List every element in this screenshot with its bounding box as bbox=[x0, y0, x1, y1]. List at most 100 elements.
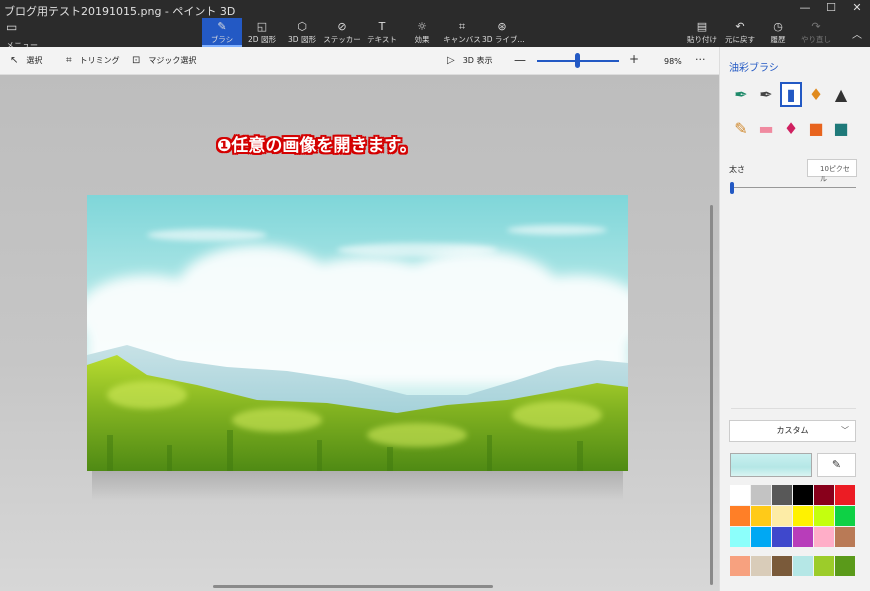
panel-title: 油彩ブラシ bbox=[729, 63, 779, 74]
custom-color-swatch[interactable] bbox=[814, 556, 834, 576]
tab-label: ステッカー bbox=[323, 35, 361, 44]
calligraphy-pen-icon: ✒ bbox=[759, 85, 773, 104]
color-swatch[interactable] bbox=[730, 485, 750, 505]
ribbon-actions: ▤ 貼り付け ↶ 元に戻す ◷ 履歴 ↷ やり直し bbox=[683, 18, 835, 45]
color-swatch[interactable] bbox=[751, 506, 771, 526]
tab-effects[interactable]: ☼ 効果 bbox=[402, 18, 442, 47]
chevron-down-icon: ﹀ bbox=[841, 426, 849, 435]
pencil-brush-button[interactable]: ✎ bbox=[730, 116, 752, 141]
crayon-icon: ♦ bbox=[783, 119, 799, 138]
maximize-button[interactable]: ☐ bbox=[818, 0, 844, 16]
minimize-button[interactable]: — bbox=[792, 0, 818, 16]
horizontal-scrollbar[interactable] bbox=[213, 585, 493, 588]
marker-brush-button[interactable]: ✒ bbox=[730, 82, 752, 107]
color-swatch[interactable] bbox=[814, 485, 834, 505]
color-mode-dropdown[interactable]: カスタム ﹀ bbox=[729, 420, 856, 442]
title-bar: ブログ用テスト20191015.png - ペイント 3D — ☐ ✕ ▭ メニ… bbox=[0, 0, 870, 50]
color-swatch[interactable] bbox=[751, 527, 771, 547]
eyedropper-button[interactable]: ✎ bbox=[817, 453, 856, 477]
tab-brush[interactable]: ✎ ブラシ bbox=[202, 18, 242, 47]
tab-label: 3D 図形 bbox=[288, 35, 316, 44]
canvas-image[interactable] bbox=[87, 195, 628, 471]
crop-label: トリミング bbox=[79, 56, 120, 65]
custom-color-swatch[interactable] bbox=[793, 556, 813, 576]
color-swatch[interactable] bbox=[835, 485, 855, 505]
oil-brush-icon: ▮ bbox=[786, 85, 796, 104]
view-3d-button[interactable]: ▷ 3D 表示 bbox=[447, 55, 493, 66]
view-3d-icon: ▷ bbox=[447, 55, 455, 66]
tab-3d-library[interactable]: ⊛ 3D ライブ... bbox=[482, 18, 525, 47]
canvas-shadow bbox=[92, 471, 623, 501]
zoom-out-icon[interactable]: — bbox=[514, 53, 526, 67]
paste-button[interactable]: ▤ 貼り付け bbox=[683, 18, 721, 45]
color-swatch[interactable] bbox=[814, 506, 834, 526]
eraser-icon: ▬ bbox=[758, 119, 774, 138]
color-swatch[interactable] bbox=[772, 485, 792, 505]
zoom-in-icon[interactable]: + bbox=[629, 52, 639, 66]
history-button[interactable]: ◷ 履歴 bbox=[759, 18, 797, 45]
2d-shapes-icon: ◱ bbox=[256, 20, 268, 33]
thickness-input[interactable]: 10ピクセル bbox=[807, 159, 857, 183]
paste-icon: ▤ bbox=[696, 20, 708, 33]
undo-button[interactable]: ↶ 元に戻す bbox=[721, 18, 759, 45]
zoom-slider-thumb[interactable] bbox=[575, 53, 580, 68]
tab-stickers[interactable]: ⊘ ステッカー bbox=[322, 18, 362, 47]
tab-3d-shapes[interactable]: ⬡ 3D 図形 bbox=[282, 18, 322, 47]
calligraphy-pen-brush-button[interactable]: ✒ bbox=[755, 82, 777, 107]
action-label: やり直し bbox=[801, 35, 831, 44]
thickness-label: 太さ bbox=[729, 165, 745, 174]
color-swatch[interactable] bbox=[835, 506, 855, 526]
brush-icon: ✎ bbox=[217, 20, 227, 33]
close-button[interactable]: ✕ bbox=[844, 0, 870, 16]
magic-select-icon: ⊡ bbox=[132, 55, 141, 66]
eyedropper-icon: ✎ bbox=[831, 458, 842, 471]
fill-brush-button[interactable]: ■ bbox=[830, 116, 852, 141]
color-swatch[interactable] bbox=[751, 485, 771, 505]
color-swatch[interactable] bbox=[772, 527, 792, 547]
annotation-text: ❶任意の画像を開きます。 bbox=[217, 136, 417, 156]
effects-icon: ☼ bbox=[417, 20, 427, 33]
marker-icon: ✒ bbox=[734, 85, 748, 104]
color-swatch[interactable] bbox=[835, 527, 855, 547]
thickness-slider[interactable] bbox=[731, 187, 856, 188]
color-swatch[interactable] bbox=[793, 527, 813, 547]
select-label: 選択 bbox=[26, 56, 43, 65]
tab-label: テキスト bbox=[367, 35, 397, 44]
custom-color-swatch[interactable] bbox=[772, 556, 792, 576]
custom-color-swatch[interactable] bbox=[751, 556, 771, 576]
current-color-swatch[interactable] bbox=[730, 453, 812, 477]
color-swatch[interactable] bbox=[793, 485, 813, 505]
redo-button[interactable]: ↷ やり直し bbox=[797, 18, 835, 45]
more-options-icon[interactable]: ··· bbox=[695, 53, 706, 66]
eraser-brush-button[interactable]: ▬ bbox=[755, 116, 777, 141]
spray-can-brush-button[interactable]: ■ bbox=[805, 116, 827, 141]
color-swatch[interactable] bbox=[730, 506, 750, 526]
divider bbox=[731, 408, 856, 409]
3d-library-icon: ⊛ bbox=[497, 20, 507, 33]
tab-text[interactable]: T テキスト bbox=[362, 18, 402, 47]
watercolor-brush-button[interactable]: ♦ bbox=[805, 82, 827, 107]
custom-color-swatch[interactable] bbox=[730, 556, 750, 576]
collapse-ribbon-chevron-up-icon[interactable]: ︿ bbox=[852, 26, 862, 41]
pixel-pen-brush-button[interactable]: ▲ bbox=[830, 82, 852, 107]
thickness-slider-thumb[interactable] bbox=[730, 182, 734, 194]
magic-select-button[interactable]: ⊡ マジック選択 bbox=[132, 55, 196, 66]
color-swatch[interactable] bbox=[772, 506, 792, 526]
brush-panel: 油彩ブラシ ✒ ✒ ▮ ♦ ▲ ✎ ▬ ♦ ■ ■ 太さ 10ピクセル カスタム ﹀ ✎ bbox=[719, 47, 870, 591]
ribbon-tools: ✎ ブラシ ◱ 2D 図形 ⬡ 3D 図形 ⊘ ステッカー T テキスト ☼ 効… bbox=[202, 18, 525, 47]
tab-2d-shapes[interactable]: ◱ 2D 図形 bbox=[242, 18, 282, 47]
pencil-icon: ✎ bbox=[734, 119, 748, 138]
color-swatch[interactable] bbox=[814, 527, 834, 547]
oil-brush-brush-button[interactable]: ▮ bbox=[780, 82, 802, 107]
vertical-scrollbar[interactable] bbox=[710, 205, 713, 585]
tab-canvas[interactable]: ⌗ キャンバス bbox=[442, 18, 482, 47]
custom-color-swatch[interactable] bbox=[835, 556, 855, 576]
tab-label: キャンバス bbox=[443, 35, 481, 44]
color-swatch[interactable] bbox=[793, 506, 813, 526]
color-swatch[interactable] bbox=[730, 527, 750, 547]
zoom-value: 98% bbox=[664, 57, 682, 66]
crop-button[interactable]: ⌗ トリミング bbox=[66, 55, 120, 66]
select-button[interactable]: ↖ 選択 bbox=[10, 55, 42, 66]
crayon-brush-button[interactable]: ♦ bbox=[780, 116, 802, 141]
tab-label: 3D ライブ... bbox=[482, 35, 525, 44]
